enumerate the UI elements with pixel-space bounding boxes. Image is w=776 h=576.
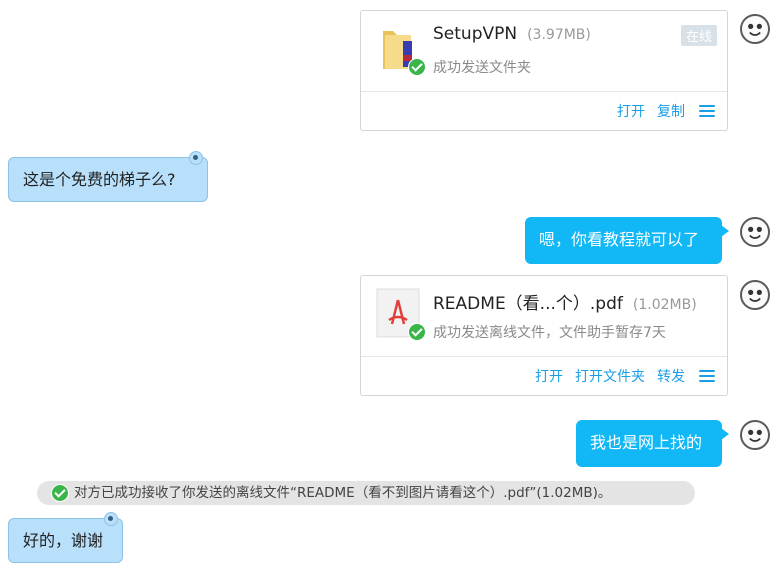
bubble-tail-icon xyxy=(721,225,729,237)
message-text: 这是个免费的梯子么? xyxy=(23,170,176,189)
menu-icon[interactable] xyxy=(699,370,715,382)
bubble-ear-icon xyxy=(104,512,118,526)
open-folder-button[interactable]: 打开文件夹 xyxy=(575,366,645,386)
file-card-header: README（看...个）.pdf (1.02MB) 成功发送离线文件，文件助手暂… xyxy=(361,276,727,357)
file-message-card: SetupVPN (3.97MB) 在线 成功发送文件夹 打开 复制 xyxy=(360,10,728,131)
success-check-icon xyxy=(408,58,426,76)
online-badge: 在线 xyxy=(680,25,717,46)
system-notice: 对方已成功接收了你发送的离线文件“README（看不到图片请看这个）.pdf”(… xyxy=(37,481,695,505)
avatar[interactable] xyxy=(740,217,770,247)
open-button[interactable]: 打开 xyxy=(617,101,645,121)
file-message-card: README（看...个）.pdf (1.02MB) 成功发送离线文件，文件助手暂… xyxy=(360,275,728,396)
file-actions: 打开 复制 xyxy=(617,101,715,121)
forward-button[interactable]: 转发 xyxy=(657,366,685,386)
received-message-bubble[interactable]: 好的，谢谢 xyxy=(8,518,123,563)
file-actions: 打开 打开文件夹 转发 xyxy=(535,366,715,386)
message-text: 好的，谢谢 xyxy=(23,531,104,550)
bubble-tail-icon xyxy=(721,428,729,440)
received-message-bubble[interactable]: 这是个免费的梯子么? xyxy=(8,157,208,202)
notice-text: 对方已成功接收了你发送的离线文件“README（看不到图片请看这个）.pdf”(… xyxy=(74,485,612,501)
file-name[interactable]: SetupVPN (3.97MB) xyxy=(433,24,591,44)
copy-button[interactable]: 复制 xyxy=(657,101,685,121)
open-button[interactable]: 打开 xyxy=(535,366,563,386)
menu-icon[interactable] xyxy=(699,105,715,117)
file-name-text: SetupVPN xyxy=(433,24,518,44)
file-name[interactable]: README（看...个）.pdf (1.02MB) xyxy=(433,289,697,314)
sent-message-bubble[interactable]: 嗯，你看教程就可以了 xyxy=(525,217,722,264)
sent-message-bubble[interactable]: 我也是网上找的 xyxy=(576,420,722,467)
file-status: 成功发送文件夹 xyxy=(433,60,531,76)
file-name-text: README（看...个）.pdf xyxy=(433,294,623,314)
avatar[interactable] xyxy=(740,280,770,310)
bubble-ear-icon xyxy=(189,151,203,165)
file-size: (3.97MB) xyxy=(527,27,591,43)
avatar[interactable] xyxy=(740,420,770,450)
message-text: 嗯，你看教程就可以了 xyxy=(539,230,700,249)
file-status: 成功发送离线文件，文件助手暂存7天 xyxy=(433,325,666,341)
message-text: 我也是网上找的 xyxy=(590,433,703,452)
file-card-header: SetupVPN (3.97MB) 在线 成功发送文件夹 xyxy=(361,11,727,92)
avatar[interactable] xyxy=(740,14,770,44)
file-size: (1.02MB) xyxy=(632,297,697,313)
success-check-icon xyxy=(408,323,426,341)
success-check-icon xyxy=(51,484,69,502)
